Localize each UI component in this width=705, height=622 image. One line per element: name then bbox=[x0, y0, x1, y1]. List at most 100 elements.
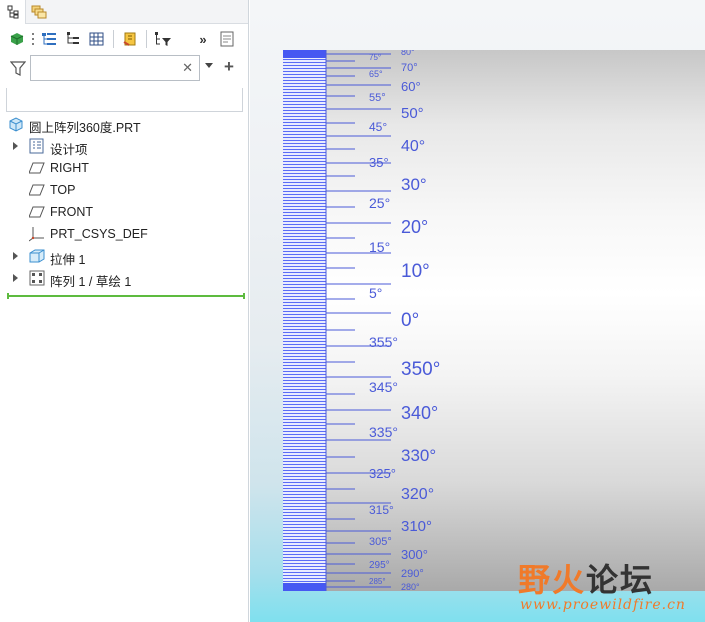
datum-plane-icon bbox=[29, 184, 45, 196]
toolbar-grip[interactable] bbox=[30, 28, 36, 50]
tree-search-box: ✕ bbox=[30, 55, 200, 81]
watermark-rest: 论坛 bbox=[586, 561, 655, 599]
forum-watermark: 野火论坛 bbox=[518, 555, 654, 601]
ruler-label-left: 75° bbox=[369, 53, 381, 62]
expand-arrow-icon[interactable] bbox=[13, 252, 18, 260]
show-button[interactable] bbox=[119, 28, 141, 50]
ruler-label-right: 10° bbox=[401, 261, 430, 282]
ruler-label-left: 305° bbox=[369, 536, 392, 548]
tab-layers[interactable] bbox=[26, 0, 52, 24]
search-dropdown-icon[interactable] bbox=[205, 63, 213, 68]
ruler-label-left: 285° bbox=[369, 577, 386, 586]
degree-ruler-model: 75° 65° 55° 45° 35° 25° 15° 5° 355° 345° 335° 325° 3… bbox=[283, 50, 705, 591]
tree-item-top[interactable]: TOP bbox=[0, 179, 249, 201]
graphics-viewport[interactable]: 75° 65° 55° 45° 35° 25° 15° 5° 355° 345° 335° 325° 3… bbox=[250, 0, 705, 622]
ruler-label-right: 290° bbox=[401, 568, 424, 580]
clear-search-icon[interactable]: ✕ bbox=[182, 60, 193, 76]
ruler-label-right: 320° bbox=[401, 486, 434, 503]
ruler-label-left: 65° bbox=[369, 69, 383, 79]
ruler-label-right: 80° bbox=[401, 50, 415, 57]
notes-button[interactable] bbox=[216, 28, 238, 50]
more-icon: » bbox=[199, 31, 207, 47]
tree-settings-button[interactable] bbox=[62, 28, 84, 50]
extrude-icon bbox=[29, 249, 45, 263]
model-tree-icon bbox=[7, 5, 18, 19]
ruler-label-right: 20° bbox=[401, 217, 428, 237]
ruler-label-left: 55° bbox=[369, 92, 386, 104]
datum-plane-icon bbox=[29, 206, 45, 218]
ruler-label-left: 5° bbox=[369, 285, 382, 301]
tree-columns-icon bbox=[42, 33, 56, 45]
pattern-icon bbox=[29, 270, 45, 286]
ruler-label-right: 330° bbox=[401, 446, 436, 465]
design-items-icon bbox=[29, 138, 44, 154]
tree-toolbar: » bbox=[0, 24, 248, 54]
ruler-ticks: 75° 65° 55° 45° 35° 25° 15° 5° 355° 345° 335° 325° 3… bbox=[325, 50, 440, 591]
watermark-accent: 野火 bbox=[518, 561, 587, 599]
tree-search-input[interactable] bbox=[31, 56, 181, 80]
add-filter-icon[interactable]: + bbox=[224, 57, 234, 77]
tree-item-label: TOP bbox=[50, 183, 76, 197]
expand-arrow-icon[interactable] bbox=[13, 142, 18, 150]
ruler-label-right: 350° bbox=[401, 359, 440, 380]
tree-item-label: 设计项 bbox=[50, 143, 88, 157]
panel-tabs bbox=[0, 0, 248, 24]
ruler-label-left: 345° bbox=[369, 379, 398, 395]
tree-filter-row: ✕ + bbox=[0, 54, 248, 84]
tree-item-design-items[interactable]: 设计项 bbox=[0, 135, 249, 157]
csys-icon bbox=[29, 227, 44, 242]
ruler-label-left: 325° bbox=[369, 466, 396, 481]
tree-item-front[interactable]: FRONT bbox=[0, 201, 249, 223]
ruler-label-right: 280° bbox=[401, 582, 420, 591]
model-tree-panel: » ✕ + 圆上阵列360度.PRT 设计项 RIGHT TOP FRONT P… bbox=[0, 0, 249, 622]
tab-model-tree[interactable] bbox=[0, 0, 26, 24]
ruler-label-left: 15° bbox=[369, 239, 390, 255]
show-icon bbox=[123, 32, 136, 46]
datum-plane-icon bbox=[29, 162, 45, 174]
table-icon bbox=[89, 32, 104, 46]
ruler-label-left: 335° bbox=[369, 424, 398, 440]
tree-settings-icon bbox=[67, 32, 79, 44]
tree-header-bar bbox=[6, 88, 243, 112]
insert-here-marker[interactable] bbox=[7, 293, 245, 299]
layers-icon bbox=[31, 5, 47, 19]
tree-item-label: RIGHT bbox=[50, 161, 89, 175]
tree-item-root-part[interactable]: 圆上阵列360度.PRT bbox=[0, 113, 249, 135]
tree-columns-button[interactable] bbox=[38, 28, 60, 50]
tree-item-pattern[interactable]: 阵列 1 / 草绘 1 bbox=[0, 267, 249, 289]
ruler-label-right: 0° bbox=[401, 310, 419, 331]
toolbar-separator bbox=[146, 30, 147, 48]
notes-icon bbox=[220, 31, 234, 47]
ruler-label-left: 45° bbox=[369, 120, 387, 134]
table-button[interactable] bbox=[86, 28, 108, 50]
ruler-label-right: 300° bbox=[401, 547, 428, 562]
ruler-label-left: 35° bbox=[369, 155, 389, 170]
part-icon bbox=[10, 33, 24, 45]
tree-item-csys[interactable]: PRT_CSYS_DEF bbox=[0, 223, 249, 245]
tree-item-label: 圆上阵列360度.PRT bbox=[29, 121, 141, 135]
ruler-label-right: 40° bbox=[401, 138, 425, 155]
ruler-label-right: 30° bbox=[401, 175, 427, 194]
tree-item-extrude[interactable]: 拉伸 1 bbox=[0, 245, 249, 267]
tree-item-label: 拉伸 1 bbox=[50, 253, 86, 267]
expand-arrow-icon[interactable] bbox=[13, 274, 18, 282]
tree-item-label: PRT_CSYS_DEF bbox=[50, 227, 148, 241]
forum-url-watermark: www.proewildfire.cn bbox=[520, 597, 686, 613]
more-button[interactable]: » bbox=[192, 28, 214, 50]
ruler-label-right: 50° bbox=[401, 105, 424, 122]
filter-icon[interactable] bbox=[10, 60, 26, 76]
tree-item-right[interactable]: RIGHT bbox=[0, 157, 249, 179]
ruler-label-left: 355° bbox=[369, 334, 398, 350]
ruler-label-right: 310° bbox=[401, 518, 432, 535]
part-icon bbox=[9, 117, 23, 132]
tree-item-label: 阵列 1 / 草绘 1 bbox=[50, 275, 132, 289]
part-view-button[interactable] bbox=[6, 28, 28, 50]
ruler-label-right: 60° bbox=[401, 79, 421, 94]
filter-tree-button[interactable] bbox=[152, 28, 176, 50]
filter-tree-icon bbox=[155, 32, 171, 46]
ruler-label-right: 70° bbox=[401, 62, 418, 74]
toolbar-separator bbox=[113, 30, 114, 48]
ruler-label-left: 25° bbox=[369, 195, 390, 211]
ruler-label-right: 340° bbox=[401, 403, 438, 423]
model-tree: 圆上阵列360度.PRT 设计项 RIGHT TOP FRONT PRT_CSY… bbox=[0, 113, 249, 289]
